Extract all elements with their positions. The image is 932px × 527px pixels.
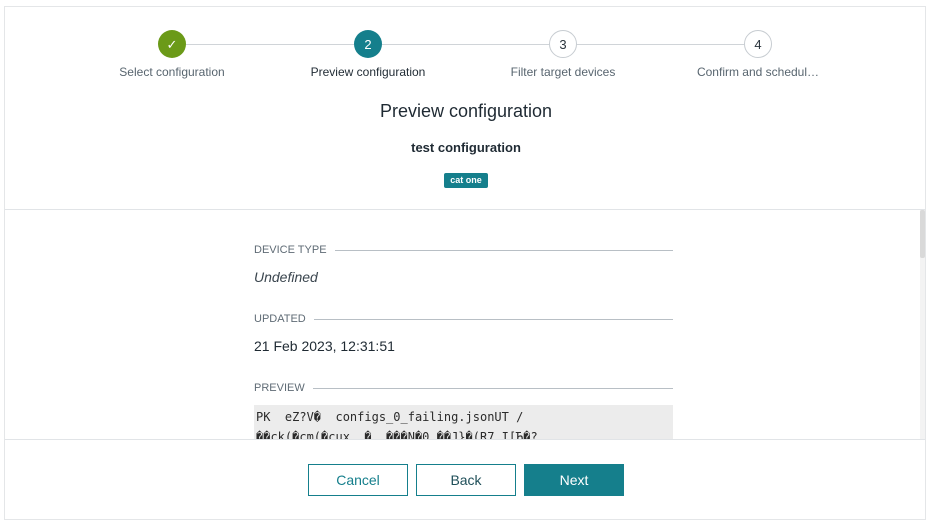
category-tag: cat one bbox=[444, 173, 488, 188]
device-type-label: DEVICE TYPE bbox=[254, 244, 327, 256]
wizard-stepper: ✓ Select configuration 2 Preview configu… bbox=[0, 0, 932, 90]
cancel-button[interactable]: Cancel bbox=[308, 464, 408, 496]
step-select-configuration[interactable]: ✓ Select configuration bbox=[82, 30, 262, 79]
step-number: 3 bbox=[549, 30, 577, 58]
step-label: Filter target devices bbox=[510, 65, 616, 79]
back-button[interactable]: Back bbox=[416, 464, 516, 496]
preview-content: PK eZ?V� configs_0_failing.jsonUT / ��ck(… bbox=[254, 405, 673, 439]
step-confirm-and-schedule[interactable]: 4 Confirm and schedul… bbox=[668, 30, 848, 79]
check-icon: ✓ bbox=[158, 30, 186, 58]
page-title: Preview configuration bbox=[379, 101, 553, 121]
preview-section: PREVIEW bbox=[254, 382, 673, 394]
divider bbox=[5, 439, 925, 440]
device-type-section: DEVICE TYPE bbox=[254, 244, 673, 256]
updated-section: UPDATED bbox=[254, 313, 673, 325]
scrollbar-track[interactable] bbox=[920, 210, 925, 439]
details-scroll-area[interactable]: DEVICE TYPE Undefined UPDATED 21 Feb 202… bbox=[5, 210, 925, 439]
step-number: 4 bbox=[744, 30, 772, 58]
step-filter-target-devices[interactable]: 3 Filter target devices bbox=[473, 30, 653, 79]
tag-container: cat one bbox=[0, 170, 932, 188]
preview-line: ��ck(�cm(�cux � ���N�0 ��J}�(R7 I[Ђ�? bbox=[256, 430, 538, 439]
preview-label: PREVIEW bbox=[254, 382, 305, 394]
device-type-value: Undefined bbox=[254, 269, 318, 285]
updated-value: 21 Feb 2023, 12:31:51 bbox=[254, 338, 395, 354]
updated-label: UPDATED bbox=[254, 313, 306, 325]
step-preview-configuration[interactable]: 2 Preview configuration bbox=[278, 30, 458, 79]
next-button[interactable]: Next bbox=[524, 464, 624, 496]
step-label: Confirm and schedul… bbox=[696, 65, 820, 79]
preview-line: PK eZ?V� configs_0_failing.jsonUT / bbox=[256, 410, 524, 424]
scrollbar-thumb[interactable] bbox=[920, 210, 925, 258]
section-rule bbox=[334, 249, 673, 251]
step-label: Select configuration bbox=[119, 65, 225, 79]
step-label: Preview configuration bbox=[310, 65, 426, 79]
configuration-name: test configuration bbox=[411, 140, 521, 155]
step-number: 2 bbox=[354, 30, 382, 58]
section-rule bbox=[313, 318, 673, 320]
section-rule bbox=[312, 387, 673, 389]
